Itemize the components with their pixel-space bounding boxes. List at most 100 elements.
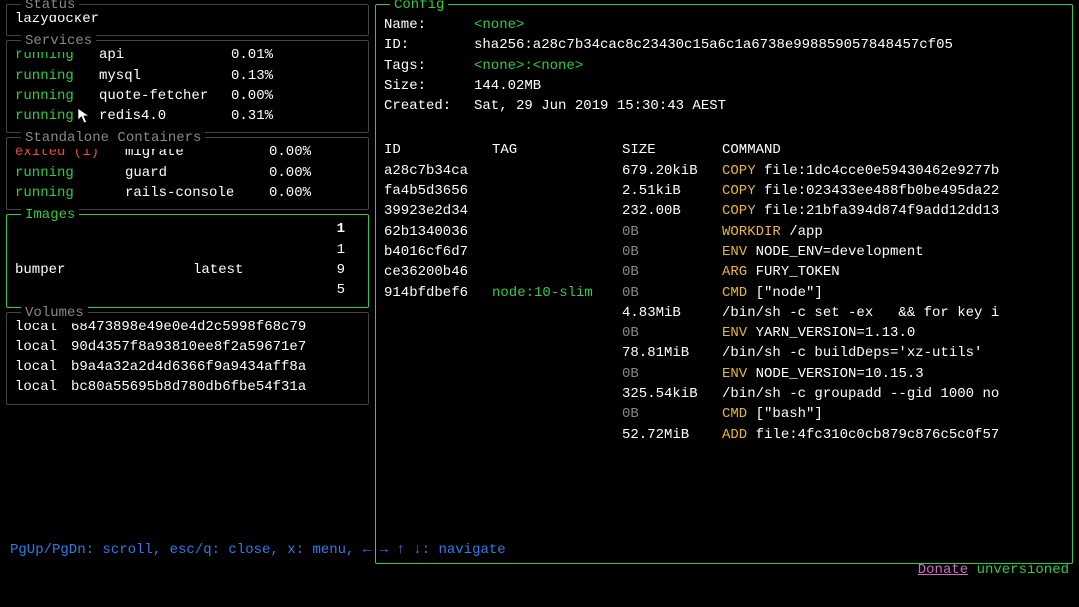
layer-row[interactable]: 914bfdbef6node:10-slim0BCMD ["node"] [384,283,1064,303]
config-row: Tags: <none>:<none> [384,56,1064,76]
layer-cmd-kw: COPY [722,181,756,201]
service-row[interactable]: runningquote-fetcher0.00% [15,86,360,106]
layer-size: 0B [622,262,722,282]
config-panel-title: Config [390,0,448,15]
containers-panel-title: Standalone Containers [21,128,205,148]
layer-id [384,384,492,404]
layer-id: 914bfdbef6 [384,283,492,303]
layer-row[interactable]: ce36200b460BARG FURY_TOKEN [384,262,1064,282]
container-cpu: 0.00% [269,142,311,162]
layer-cmd: file:21bfa394d874f9add12dd13 [756,201,1000,221]
config-label-created: Created: [384,96,474,116]
volume-row[interactable]: localb9a4a32a2d4d6366f9a9434aff8a [15,357,360,377]
config-row: Created: Sat, 29 Jun 2019 15:30:43 AEST [384,96,1064,116]
layer-cmd: /app [781,222,823,242]
layer-row[interactable]: 78.81MiB/bin/sh -c buildDeps='xz-utils' [384,343,1064,363]
layer-id: fa4b5d3656 [384,181,492,201]
layer-size: 4.83MiB [622,303,722,323]
layer-cmd: NODE_ENV=development [747,242,923,262]
image-tag [193,219,331,239]
services-panel[interactable]: Services runningapi0.01%runningmysql0.13… [6,40,369,133]
status-panel-title: Status [21,0,79,15]
layer-cmd: /bin/sh -c set -ex && for key i [722,303,999,323]
service-name: redis4.0 [99,106,231,126]
layer-cmd-kw: COPY [722,161,756,181]
containers-panel[interactable]: Standalone Containers exited (1)migrate0… [6,137,369,210]
layer-cmd: file:1dc4cce0e59430462e9277b [756,161,1000,181]
layer-tag [492,262,622,282]
layer-row[interactable]: b4016cf6d70BENV NODE_ENV=development [384,242,1064,262]
service-row[interactable]: runningmysql0.13% [15,66,360,86]
volumes-panel[interactable]: Volumes local68473898e49e0e4d2c5998f68c7… [6,312,369,405]
layer-cmd-kw: ARG [722,262,747,282]
container-cpu: 0.00% [269,163,311,183]
layer-tag [492,425,622,445]
container-state: running [15,163,125,183]
image-repo [15,280,193,300]
layer-cmd-kw: COPY [722,201,756,221]
container-row[interactable]: runningguard0.00% [15,163,360,183]
layer-cmd: /bin/sh -c buildDeps='xz-utils' [722,343,982,363]
config-row: Size: 144.02MB [384,76,1064,96]
layer-row[interactable]: 0BCMD ["bash"] [384,404,1064,424]
image-repo: bumper [15,260,193,280]
service-row[interactable]: runningredis4.00.31% [15,106,360,126]
image-row[interactable]: 1 [15,240,360,260]
layer-row[interactable]: 62b13400360BWORKDIR /app [384,222,1064,242]
image-count: 1 [331,219,345,239]
layer-size: 52.72MiB [622,425,722,445]
layers-header-id: ID [384,140,492,160]
donate-link[interactable]: Donate [918,562,968,578]
images-panel[interactable]: Images 11bumperlatest95 [6,214,369,307]
layer-row[interactable]: 4.83MiB/bin/sh -c set -ex && for key i [384,303,1064,323]
layer-row[interactable]: 0BENV YARN_VERSION=1.13.0 [384,323,1064,343]
volume-row[interactable]: local90d4357f8a93810ee8f2a59671e7 [15,337,360,357]
layer-size: 0B [622,364,722,384]
layer-size: 0B [622,323,722,343]
volume-row[interactable]: localbc80a55695b8d780db6fbe54f31a [15,377,360,397]
layer-size: 0B [622,404,722,424]
services-panel-title: Services [21,31,96,51]
config-created: Sat, 29 Jun 2019 15:30:43 AEST [474,96,726,116]
image-repo [15,240,193,260]
config-id: sha256:a28c7b34cac8c23430c15a6c1a6738e99… [474,35,953,55]
image-row[interactable]: bumperlatest9 [15,260,360,280]
layer-id [384,323,492,343]
layer-row[interactable]: 39923e2d34232.00BCOPY file:21bfa394d874f… [384,201,1064,221]
layers-header-tag: TAG [492,140,622,160]
image-tag [193,240,331,260]
layer-row[interactable]: a28c7b34ca679.20kiBCOPY file:1dc4cce0e59… [384,161,1064,181]
container-row[interactable]: runningrails-console0.00% [15,183,360,203]
layer-cmd: ["bash"] [747,404,823,424]
config-label-tags: Tags: [384,56,474,76]
volume-driver: local [15,337,71,357]
layer-row[interactable]: 0BENV NODE_VERSION=10.15.3 [384,364,1064,384]
service-state: running [15,106,99,126]
layer-size: 78.81MiB [622,343,722,363]
layer-tag [492,181,622,201]
layer-cmd: /bin/sh -c groupadd --gid 1000 no [722,384,999,404]
layer-tag [492,384,622,404]
image-row[interactable]: 5 [15,280,360,300]
layer-size: 0B [622,242,722,262]
layers-header-cmd: COMMAND [722,140,781,160]
layer-cmd: file:023433ee488fb0be495da22 [756,181,1000,201]
volume-driver: local [15,357,71,377]
layer-row[interactable]: 325.54kiB/bin/sh -c groupadd --gid 1000 … [384,384,1064,404]
layer-cmd-kw: ENV [722,364,747,384]
layer-id: a28c7b34ca [384,161,492,181]
layer-row[interactable]: 52.72MiBADD file:4fc310c0cb879c876c5c0f5… [384,425,1064,445]
layer-row[interactable]: fa4b5d36562.51kiBCOPY file:023433ee488fb… [384,181,1064,201]
config-size: 144.02MB [474,76,541,96]
service-state: running [15,66,99,86]
config-panel[interactable]: Config Name: <none> ID: sha256:a28c7b34c… [375,4,1073,564]
image-count: 9 [331,260,345,280]
layer-tag [492,222,622,242]
layer-id: 62b1340036 [384,222,492,242]
layers-header-size: SIZE [622,140,722,160]
layer-cmd-kw: ENV [722,242,747,262]
service-state: running [15,86,99,106]
layer-id [384,364,492,384]
image-tag [193,280,331,300]
footer-bar: PgUp/PgDn: scroll, esc/q: close, x: menu… [10,540,1069,601]
